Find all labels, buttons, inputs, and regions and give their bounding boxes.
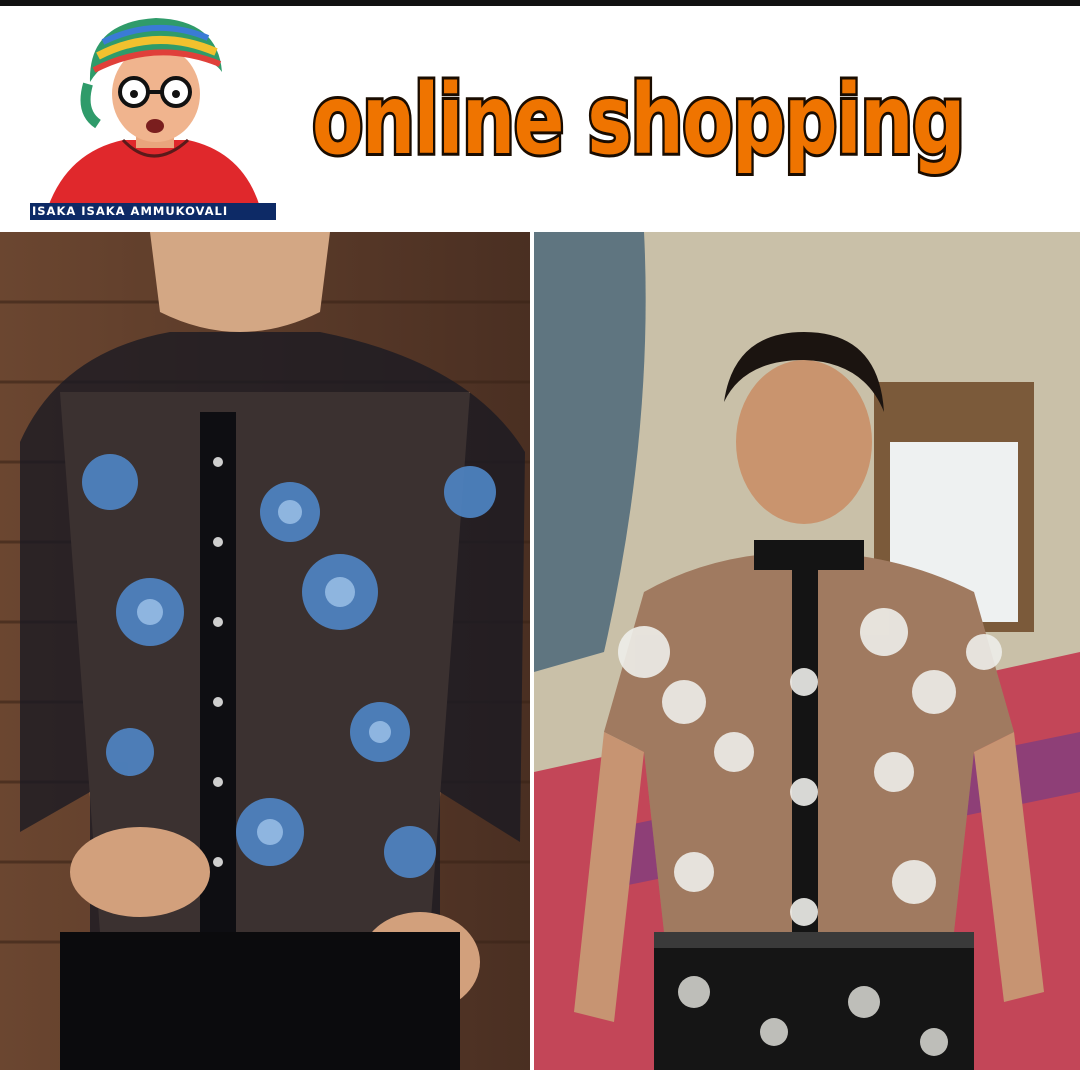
left-photo-expectation (0, 232, 530, 1070)
model-photo-icon (0, 232, 530, 1070)
meme-header: ISAKA ISAKA AMMUKOVALI online shopping (0, 6, 1080, 230)
right-photo-reality (534, 232, 1080, 1070)
logo-caption: ISAKA ISAKA AMMUKOVALI (30, 203, 276, 220)
headline-text: online shopping (310, 64, 968, 176)
cartoon-face-icon (48, 18, 260, 207)
cartoon-logo (28, 12, 278, 226)
reality-photo-icon (534, 232, 1080, 1070)
